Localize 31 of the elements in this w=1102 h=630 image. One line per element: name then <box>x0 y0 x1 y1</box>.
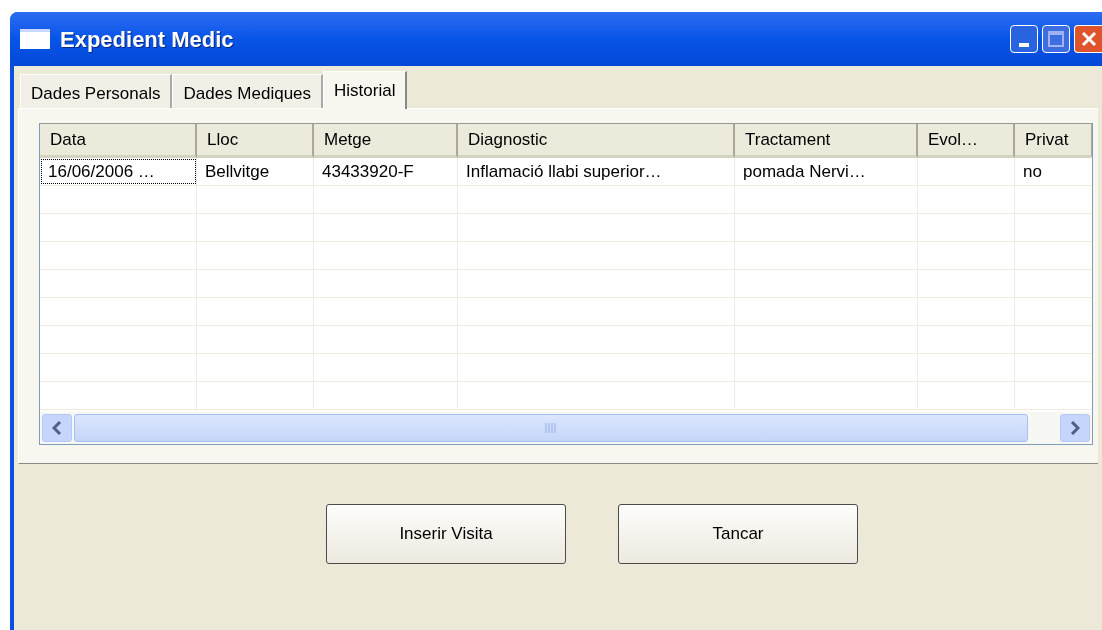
minimize-icon <box>1019 43 1029 47</box>
table-cell: Bellvitge <box>197 158 314 185</box>
maximize-icon <box>1048 31 1064 47</box>
tab[interactable]: Historial <box>323 71 408 109</box>
window-icon <box>20 29 50 49</box>
scroll-right-button[interactable] <box>1060 414 1090 442</box>
scroll-left-button[interactable] <box>42 414 72 442</box>
column-header[interactable]: Privat <box>1015 124 1092 158</box>
column-header[interactable]: Evol… <box>918 124 1015 158</box>
table-cell: 43433920-F <box>314 158 458 185</box>
table-cell: 16/06/2006 … <box>40 158 197 185</box>
column-header[interactable]: Metge <box>314 124 458 158</box>
maximize-button[interactable] <box>1042 25 1070 53</box>
column-header[interactable]: Lloc <box>197 124 314 158</box>
dialog-button[interactable]: Tancar <box>618 504 858 564</box>
close-button[interactable] <box>1074 25 1102 53</box>
column-header[interactable]: Tractament <box>735 124 918 158</box>
table-cell: Inflamació llabi superior… <box>458 158 735 185</box>
horizontal-scrollbar[interactable] <box>40 412 1092 444</box>
table-cell: pomada Nervi… <box>735 158 918 185</box>
tab[interactable]: Dades Personals <box>20 74 173 108</box>
grip-icon <box>545 423 557 433</box>
scroll-thumb[interactable] <box>74 414 1028 442</box>
close-icon <box>1080 31 1097 47</box>
dialog-button[interactable]: Inserir Visita <box>326 504 566 564</box>
minimize-button[interactable] <box>1010 25 1038 53</box>
tab[interactable]: Dades Mediques <box>172 74 324 108</box>
window-title: Expedient Medic <box>60 25 234 54</box>
table-cell: no <box>1015 158 1092 185</box>
column-header[interactable]: Data <box>40 124 197 158</box>
column-header[interactable]: Diagnostic <box>458 124 735 158</box>
